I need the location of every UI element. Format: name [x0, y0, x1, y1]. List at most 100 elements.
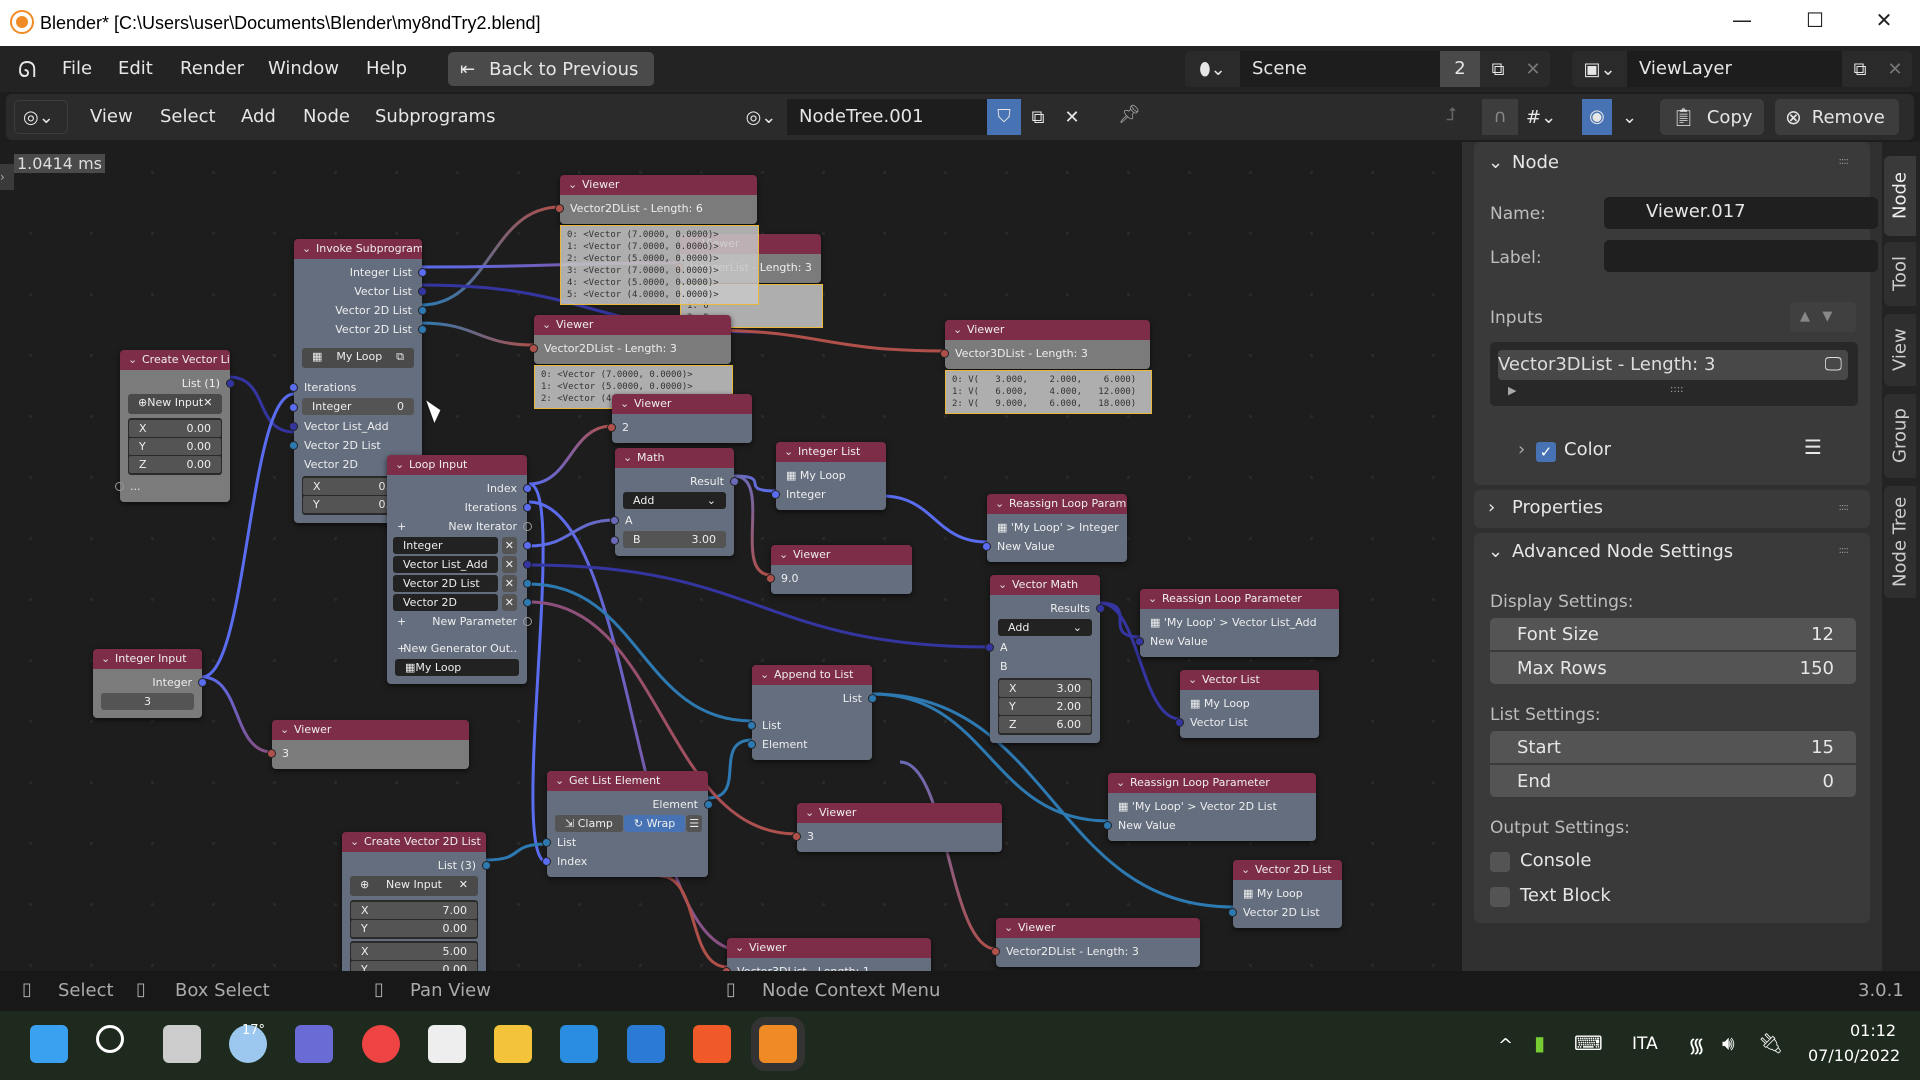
clock-date[interactable]: 07/10/2022	[1808, 1046, 1900, 1065]
unlink-icon[interactable]: ✕	[1055, 107, 1089, 128]
input-socket-row[interactable]: Integer	[771, 485, 886, 504]
node-header[interactable]: ⌄ Get List Element	[547, 771, 708, 791]
node-integer-list[interactable]: ⌄ Integer List ▦ My Loop Integer	[771, 442, 886, 510]
chevron-down-icon[interactable]: ⌄	[1241, 863, 1255, 876]
view-layer-selector[interactable]: ▣⌄ ViewLayer ⧉ ✕	[1572, 51, 1912, 87]
empty-socket[interactable]	[115, 482, 124, 491]
node-header[interactable]: ⌄Viewer	[612, 394, 752, 414]
node-viewer-v2d3[interactable]: ⌄ Viewer Vector2DList - Length: 3 0: <Vecto…	[529, 315, 733, 409]
node-get-list[interactable]: ⌄ Get List Element Element ⇲ Clamp ↻ Wrap ☰ Li…	[542, 771, 713, 877]
remove-parameter-icon[interactable]: ✕	[501, 594, 517, 611]
mail-icon[interactable]	[560, 1025, 599, 1063]
store-icon[interactable]	[427, 1025, 466, 1063]
vector-field-group[interactable]: X 0.00 Y 0.00 Z 0.00	[128, 418, 222, 475]
chrome-icon[interactable]	[361, 1025, 400, 1063]
node-header[interactable]: ⌄ Math	[615, 448, 734, 468]
chevron-down-icon[interactable]: ⌄	[1148, 592, 1162, 605]
node-append[interactable]: ⌄ Append to List List List Element	[747, 665, 877, 760]
view-layer-name[interactable]: ViewLayer	[1627, 51, 1842, 87]
node-vector2d-list[interactable]: ⌄ Vector 2D List ▦ My Loop Vector 2D List	[1228, 860, 1342, 928]
node-header[interactable]: ⌄ Reassign Loop Parameter	[1108, 773, 1316, 793]
output-socket-row[interactable]: List (1)	[120, 374, 235, 393]
chevron-down-icon[interactable]: ⌄	[350, 835, 364, 848]
plus-icon[interactable]: +	[397, 517, 406, 536]
chevron-down-icon[interactable]: ⌄	[568, 178, 582, 191]
plus-icon[interactable]: +	[397, 639, 406, 658]
chevron-down-icon[interactable]: ⌄	[623, 451, 637, 464]
snap-magnet-icon[interactable]: ∩	[1482, 99, 1518, 135]
node-create-v2dlist[interactable]: ⌄ Create Vector 2D List List (3) ⊕ New Input…	[342, 832, 491, 971]
add-socket-row[interactable]: + New Iterator	[387, 517, 532, 536]
vector-component-field[interactable]: X 7.00	[351, 902, 477, 919]
menu-view[interactable]: View	[90, 106, 133, 127]
node-viewer-9[interactable]: ⌄ Viewer 9.0	[766, 545, 912, 594]
chevron-down-icon[interactable]: ⌄	[1488, 541, 1503, 562]
socket[interactable]	[747, 740, 756, 749]
node-header[interactable]: ⌄Create Vector List	[120, 350, 230, 370]
input-socket-row[interactable]: Vector2DList - Length: 3	[991, 942, 1200, 961]
wifi-icon[interactable]: ᯾	[1688, 1031, 1705, 1058]
remove-parameter-icon[interactable]: ✕	[501, 575, 517, 592]
node-vector-math[interactable]: ⌄ Vector Math Results Add ⌄ A B X 3.00 Y 2.00 Z 6.00	[985, 575, 1105, 743]
parameter-name-field[interactable]: Integer	[393, 537, 498, 554]
node-header[interactable]: ⌄Viewer	[560, 175, 757, 195]
start-icon[interactable]	[30, 1025, 68, 1063]
socket[interactable]	[792, 832, 801, 841]
node-header[interactable]: ⌄Viewer	[996, 918, 1200, 938]
task-view-icon[interactable]	[162, 1025, 201, 1063]
value-field-row[interactable]: Integer 0	[289, 398, 422, 417]
vector-component-field[interactable]: Y 2.00	[999, 698, 1091, 715]
chevron-down-icon[interactable]: ⌄	[760, 668, 774, 681]
chevron-down-icon[interactable]: ⌄	[1188, 673, 1202, 686]
input-socket-row[interactable]: List	[747, 716, 872, 735]
input-socket-row[interactable]: ...	[115, 477, 230, 496]
chevron-down-icon[interactable]: ⌄	[101, 652, 115, 665]
move-input-up-down-buttons[interactable]: ▲ ▼	[1790, 302, 1856, 332]
chevron-right-icon[interactable]: ›	[1488, 497, 1495, 518]
chevron-down-icon[interactable]: ⌄	[805, 806, 819, 819]
node-header[interactable]: ⌄ Integer Input	[93, 649, 202, 669]
socket[interactable]	[482, 861, 491, 870]
node-header[interactable]: ⌄ Integer List	[776, 442, 886, 462]
chevron-down-icon[interactable]: ⌄	[735, 941, 749, 954]
parameter-name-field[interactable]: Vector 2D List	[393, 575, 498, 592]
parameter-name-field[interactable]: Vector 2D	[393, 594, 498, 611]
input-socket-row[interactable]: New Value	[1103, 816, 1316, 835]
node-tree-selector[interactable]: ◎⌄ NodeTree.001 ⛉ ⧉ ✕	[735, 99, 1100, 135]
input-socket-row[interactable]: Index	[542, 852, 708, 871]
node-header[interactable]: ⌄ Vector List	[1180, 670, 1319, 690]
chevron-down-icon[interactable]: ⌄	[779, 548, 793, 561]
scene-name[interactable]: Scene	[1240, 51, 1440, 87]
number-field[interactable]: B 3.00	[623, 531, 726, 548]
vector-component-field[interactable]: Y 0.00	[351, 961, 477, 971]
menu-add[interactable]: Add	[241, 106, 276, 127]
vector-component-field[interactable]: X 3.00	[999, 680, 1091, 697]
vector-field-group[interactable]: X 5.00 Y 0.00	[350, 941, 478, 971]
input-socket-row[interactable]: Iterations	[289, 378, 422, 397]
node-header[interactable]: ⌄ Invoke Subprogram	[294, 239, 422, 259]
node-viewer-3b[interactable]: ⌄ Viewer 3	[792, 803, 1002, 852]
node-reassign1[interactable]: ⌄Reassign Loop Paramete▦ 'My Loop' > Int…	[982, 494, 1127, 562]
empty-socket[interactable]	[523, 522, 532, 531]
chevron-down-icon[interactable]: ⌄	[620, 397, 634, 410]
input-socket-row[interactable]: New Value	[1135, 632, 1339, 651]
socket[interactable]	[940, 349, 949, 358]
output-socket-row[interactable]: Vector 2D List	[294, 320, 427, 339]
minimize-button[interactable]: —	[1722, 8, 1762, 32]
node-integer-input[interactable]: ⌄ Integer Input Integer 3	[93, 649, 207, 718]
clock-time[interactable]: 01:12	[1850, 1021, 1896, 1040]
socket[interactable]	[1135, 637, 1144, 646]
socket[interactable]	[1175, 718, 1184, 727]
socket[interactable]	[418, 306, 427, 315]
vector-field-group[interactable]: X 7.00 Y 0.00	[350, 900, 478, 939]
output-socket-row[interactable]: List (3)	[342, 856, 491, 875]
properties-header[interactable]: Properties	[1512, 497, 1603, 518]
socket[interactable]	[289, 422, 298, 431]
socket[interactable]	[267, 749, 276, 758]
remove-parameter-icon[interactable]: ✕	[501, 556, 517, 573]
node-loop-input[interactable]: ⌄ Loop Input Index Iterations + New Iterator I…	[387, 455, 532, 684]
input-socket-row[interactable]: A	[985, 638, 1100, 657]
socket[interactable]	[1103, 821, 1112, 830]
chevron-down-icon[interactable]: ⌄	[1488, 152, 1503, 173]
node-header[interactable]: ⌄Viewer	[797, 803, 1002, 823]
